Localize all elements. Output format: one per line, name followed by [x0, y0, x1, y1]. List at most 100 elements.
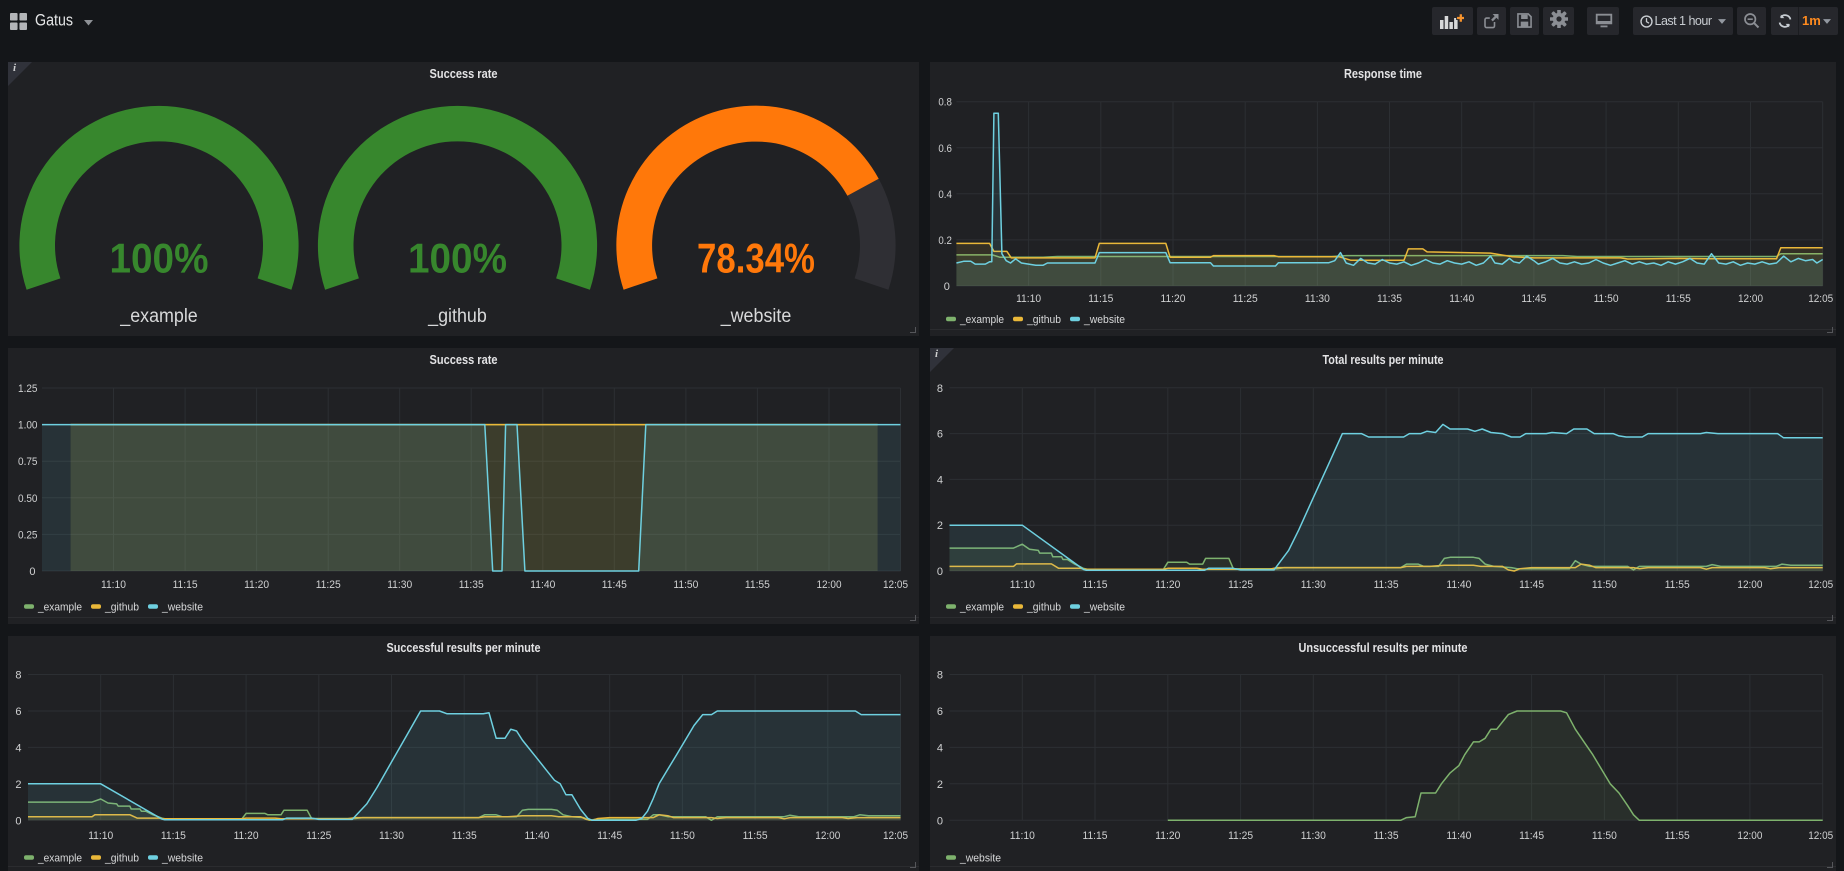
svg-text:11:55: 11:55: [743, 830, 768, 842]
svg-text:11:45: 11:45: [597, 830, 622, 842]
svg-text:6: 6: [15, 706, 21, 718]
svg-text:11:10: 11:10: [101, 579, 126, 591]
svg-text:11:35: 11:35: [459, 579, 484, 591]
svg-text:11:50: 11:50: [1594, 293, 1619, 305]
svg-text:11:35: 11:35: [1374, 579, 1399, 591]
svg-text:Gatus: Gatus: [35, 12, 73, 30]
svg-text:11:15: 11:15: [161, 830, 186, 842]
svg-text:11:40: 11:40: [525, 830, 550, 842]
svg-text:11:30: 11:30: [1301, 579, 1326, 591]
svg-text:8: 8: [937, 383, 943, 395]
svg-text:0.50: 0.50: [18, 493, 38, 505]
svg-text:11:20: 11:20: [1155, 830, 1180, 842]
svg-text:12:05: 12:05: [1808, 830, 1833, 842]
svg-text:0.6: 0.6: [938, 143, 952, 155]
svg-text:100%: 100%: [408, 234, 507, 281]
svg-text:11:15: 11:15: [1088, 293, 1113, 305]
svg-text:11:20: 11:20: [244, 579, 269, 591]
svg-text:11:50: 11:50: [1592, 579, 1617, 591]
svg-text:11:30: 11:30: [1305, 293, 1330, 305]
svg-text:_example: _example: [959, 602, 1004, 614]
svg-text:12:05: 12:05: [883, 579, 908, 591]
svg-text:11:10: 11:10: [1016, 293, 1041, 305]
svg-text:11:30: 11:30: [387, 579, 412, 591]
svg-text:0: 0: [937, 566, 943, 578]
svg-text:_website: _website: [1083, 314, 1125, 326]
svg-text:11:40: 11:40: [530, 579, 555, 591]
svg-text:12:00: 12:00: [1737, 830, 1762, 842]
svg-text:8: 8: [937, 670, 943, 682]
svg-text:11:35: 11:35: [452, 830, 477, 842]
svg-text:11:45: 11:45: [1519, 579, 1544, 591]
svg-text:11:35: 11:35: [1377, 293, 1402, 305]
svg-text:11:55: 11:55: [1665, 579, 1690, 591]
svg-text:8: 8: [15, 670, 21, 682]
svg-text:11:10: 11:10: [1010, 579, 1035, 591]
svg-text:11:10: 11:10: [1010, 830, 1035, 842]
svg-text:_github: _github: [104, 853, 139, 865]
svg-text:_example: _example: [959, 314, 1004, 326]
svg-text:100%: 100%: [110, 234, 209, 281]
svg-text:_example: _example: [119, 306, 197, 327]
svg-text:2: 2: [15, 779, 21, 791]
svg-text:Response time: Response time: [1344, 66, 1422, 81]
svg-text:Total results per minute: Total results per minute: [1323, 352, 1444, 367]
svg-text:12:05: 12:05: [1808, 293, 1833, 305]
svg-text:0.2: 0.2: [938, 235, 952, 247]
svg-text:11:55: 11:55: [1666, 293, 1691, 305]
svg-text:2: 2: [937, 520, 943, 532]
svg-text:Success rate: Success rate: [430, 352, 498, 367]
svg-text:_github: _github: [1026, 602, 1061, 614]
svg-text:0.4: 0.4: [938, 189, 952, 201]
svg-text:11:50: 11:50: [673, 579, 698, 591]
svg-text:4: 4: [937, 474, 943, 486]
svg-text:11:25: 11:25: [316, 579, 341, 591]
svg-text:0.75: 0.75: [18, 456, 38, 468]
svg-text:11:40: 11:40: [1446, 579, 1471, 591]
svg-text:11:15: 11:15: [173, 579, 198, 591]
svg-text:11:35: 11:35: [1374, 830, 1399, 842]
svg-text:11:25: 11:25: [1228, 830, 1253, 842]
svg-text:0: 0: [937, 815, 943, 827]
svg-text:12:00: 12:00: [1738, 293, 1763, 305]
svg-text:78.34%: 78.34%: [697, 234, 815, 281]
svg-text:11:45: 11:45: [602, 579, 627, 591]
svg-text:Unsuccessful results per minut: Unsuccessful results per minute: [1299, 640, 1468, 655]
svg-text:_github: _github: [427, 306, 487, 327]
svg-text:11:25: 11:25: [1233, 293, 1258, 305]
svg-text:11:45: 11:45: [1519, 830, 1544, 842]
svg-text:11:20: 11:20: [1155, 579, 1180, 591]
svg-text:11:45: 11:45: [1521, 293, 1546, 305]
svg-text:11:55: 11:55: [745, 579, 770, 591]
svg-text:12:05: 12:05: [1808, 579, 1833, 591]
svg-text:4: 4: [937, 742, 943, 754]
svg-text:11:40: 11:40: [1446, 830, 1471, 842]
svg-text:11:20: 11:20: [234, 830, 259, 842]
svg-text:11:50: 11:50: [670, 830, 695, 842]
svg-text:2: 2: [937, 779, 943, 791]
svg-text:0: 0: [944, 281, 950, 293]
svg-text:11:15: 11:15: [1083, 830, 1108, 842]
svg-text:_website: _website: [959, 853, 1001, 865]
svg-text:_website: _website: [1083, 602, 1125, 614]
svg-text:_example: _example: [37, 602, 82, 614]
svg-text:12:00: 12:00: [815, 830, 840, 842]
svg-text:_website: _website: [720, 306, 792, 327]
svg-text:_example: _example: [37, 853, 82, 865]
svg-text:11:40: 11:40: [1449, 293, 1474, 305]
svg-text:11:10: 11:10: [88, 830, 113, 842]
svg-text:_website: _website: [161, 853, 203, 865]
svg-text:11:30: 11:30: [1301, 830, 1326, 842]
svg-text:0: 0: [29, 566, 35, 578]
svg-text:12:00: 12:00: [817, 579, 842, 591]
svg-text:Successful results per minute: Successful results per minute: [387, 640, 541, 655]
svg-text:11:30: 11:30: [379, 830, 404, 842]
svg-text:Success rate: Success rate: [430, 66, 498, 81]
svg-text:1.00: 1.00: [18, 420, 38, 432]
svg-text:11:55: 11:55: [1665, 830, 1690, 842]
svg-text:11:20: 11:20: [1161, 293, 1186, 305]
svg-text:11:25: 11:25: [306, 830, 331, 842]
svg-text:12:05: 12:05: [883, 830, 908, 842]
svg-text:11:15: 11:15: [1083, 579, 1108, 591]
svg-text:0.8: 0.8: [938, 97, 952, 109]
